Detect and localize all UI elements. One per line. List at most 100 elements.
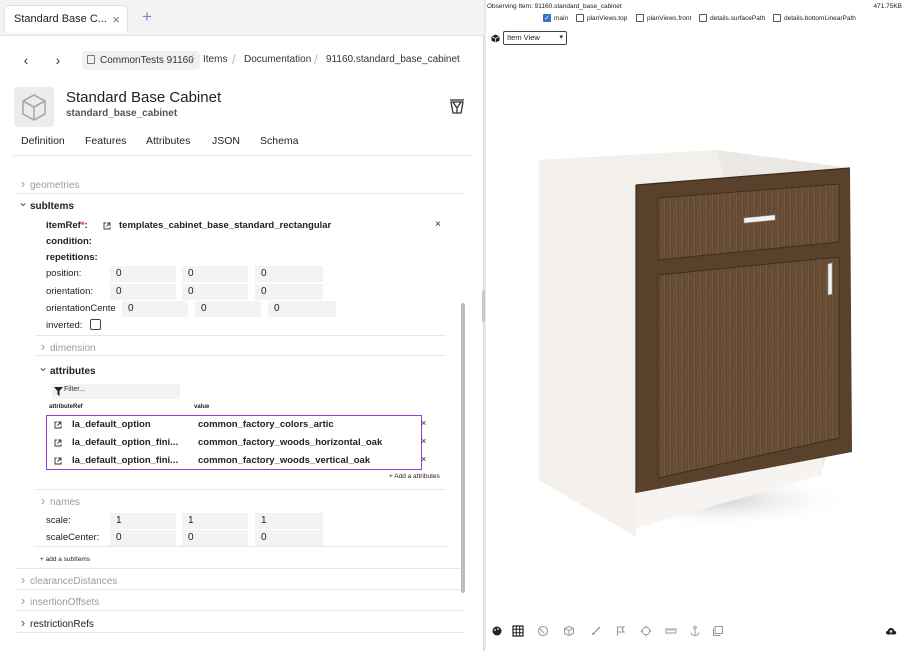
scale-center-z-field[interactable]: 0 <box>255 530 323 546</box>
layer-planviews-top-checkbox[interactable] <box>576 14 584 22</box>
target-icon[interactable] <box>640 625 652 637</box>
ruler-icon[interactable] <box>665 625 677 637</box>
chevron-right-icon <box>36 490 50 513</box>
layer-bottom-linear-path-checkbox[interactable] <box>773 14 781 22</box>
brush-icon[interactable] <box>590 625 602 637</box>
chevron-down-icon <box>36 360 50 382</box>
cloud-upload-icon[interactable] <box>885 625 897 637</box>
chevron-down-icon <box>16 195 30 217</box>
attributes-filter-input[interactable]: Filter... <box>52 384 180 399</box>
chevron-down-icon: ▾ <box>559 34 563 41</box>
cabinet-3d-viewport[interactable] <box>486 50 915 615</box>
layer-surface-path-checkbox[interactable] <box>699 14 707 22</box>
breadcrumb-separator: / <box>314 52 318 67</box>
tab-definition[interactable]: Definition <box>21 135 65 147</box>
section-restriction-refs[interactable]: restrictionRefs <box>16 612 464 633</box>
itemref-value[interactable]: templates_cabinet_base_standard_rectangu… <box>119 220 331 231</box>
add-attribute-button[interactable]: + Add a attributes <box>389 473 440 480</box>
orientation-center-z-field[interactable]: 0 <box>268 301 336 317</box>
scale-y-field[interactable]: 1 <box>182 513 248 529</box>
attribute-value: common_factory_colors_artic <box>198 419 334 430</box>
chevron-right-icon <box>16 612 30 635</box>
position-z-field[interactable]: 0 <box>255 266 323 282</box>
scale-z-field[interactable]: 1 <box>255 513 323 529</box>
scrollbar[interactable] <box>461 303 465 593</box>
external-link-icon[interactable] <box>54 457 62 465</box>
flag-icon[interactable] <box>615 625 627 637</box>
orientation-z-field[interactable]: 0 <box>255 284 323 300</box>
orientation-x-field[interactable]: 0 <box>110 284 176 300</box>
remove-row-icon[interactable]: × <box>421 418 426 428</box>
layer-planviews-front-checkbox[interactable] <box>636 14 644 22</box>
itemref-label: itemRef*: <box>46 220 88 231</box>
delete-icon[interactable] <box>447 96 467 116</box>
back-arrow-icon[interactable]: ‹ <box>18 50 34 70</box>
box-icon[interactable] <box>563 625 575 637</box>
position-label: position: <box>46 268 82 279</box>
inverted-checkbox[interactable] <box>90 319 101 330</box>
document-icon <box>87 55 95 64</box>
remove-row-icon[interactable]: × <box>421 436 426 446</box>
section-clearance-distances[interactable]: clearanceDistances <box>16 569 464 590</box>
breadcrumb-items[interactable]: Items <box>203 46 227 74</box>
tab-features[interactable]: Features <box>85 135 126 147</box>
tab-label: Standard Base C... <box>14 13 107 25</box>
observing-item-label: Observing Item: 91160.standard_base_cabi… <box>487 3 622 10</box>
item-header: Standard Base Cabinet standard_base_cabi… <box>0 82 484 130</box>
itemref-clear-icon[interactable]: × <box>435 219 441 230</box>
filter-icon <box>54 387 63 396</box>
file-size-label: 471.75KB <box>873 3 902 10</box>
chevron-right-icon <box>36 336 50 359</box>
section-attributes[interactable]: attributes <box>36 360 446 381</box>
tab-schema[interactable]: Schema <box>260 135 299 147</box>
column-attributeref: attributeRef <box>49 404 83 410</box>
position-x-field[interactable]: 0 <box>110 266 176 282</box>
position-y-field[interactable]: 0 <box>182 266 248 282</box>
layer-main-checkbox[interactable]: ✓ <box>543 14 551 22</box>
grid-icon[interactable] <box>512 625 524 637</box>
table-row[interactable]: la_default_option common_factory_colors_… <box>47 416 423 434</box>
forward-arrow-icon[interactable]: › <box>50 50 66 70</box>
tab-close-icon[interactable]: × <box>112 6 120 33</box>
section-names[interactable]: names <box>36 489 446 510</box>
repetitions-label: repetitions: <box>46 252 98 263</box>
external-link-icon[interactable] <box>54 421 62 429</box>
external-link-icon[interactable] <box>103 222 111 230</box>
breadcrumb-documentation[interactable]: Documentation <box>244 46 311 74</box>
orientation-center-y-field[interactable]: 0 <box>195 301 261 317</box>
section-insertion-offsets[interactable]: insertionOffsets <box>16 590 464 611</box>
tab-standard-base-cabinet[interactable]: Standard Base C... × <box>4 5 128 33</box>
table-row[interactable]: la_default_option_fini... common_factory… <box>47 452 423 470</box>
scale-center-y-field[interactable]: 0 <box>182 530 248 546</box>
cube-icon <box>491 34 500 43</box>
view-mode-select[interactable]: Item View ▾ <box>503 31 567 45</box>
pane-resize-handle[interactable] <box>482 290 485 322</box>
orientation-center-x-field[interactable]: 0 <box>122 301 188 317</box>
scale-x-field[interactable]: 1 <box>110 513 176 529</box>
cabinet-model <box>539 150 856 537</box>
anchor-icon[interactable] <box>689 625 701 637</box>
palette-icon[interactable] <box>491 625 503 637</box>
section-subitems[interactable]: subItems <box>16 195 464 216</box>
attribute-value: common_factory_woods_horizontal_oak <box>198 437 383 448</box>
item-id: standard_base_cabinet <box>66 108 178 119</box>
table-row[interactable]: la_default_option_fini... common_factory… <box>47 434 423 452</box>
orientation-y-field[interactable]: 0 <box>182 284 248 300</box>
remove-row-icon[interactable]: × <box>421 454 426 464</box>
layer-surface-path-label: details.surfacePath <box>710 15 766 22</box>
add-tab-icon[interactable]: + <box>138 7 156 27</box>
globe-icon[interactable] <box>537 625 549 637</box>
attribute-ref: la_default_option <box>72 419 151 430</box>
attributes-table: la_default_option common_factory_colors_… <box>46 415 422 470</box>
tab-json[interactable]: JSON <box>212 135 240 147</box>
scale-center-x-field[interactable]: 0 <box>110 530 176 546</box>
breadcrumb-project[interactable]: CommonTests 91160 <box>82 51 200 70</box>
tab-attributes[interactable]: Attributes <box>146 135 190 147</box>
section-geometries[interactable]: geometries <box>16 173 464 194</box>
layer-main-label: main <box>554 15 569 22</box>
external-link-icon[interactable] <box>54 439 62 447</box>
tab-bar: Standard Base C... × + <box>0 0 484 36</box>
add-subitem-button[interactable]: + add a subItems <box>40 556 90 563</box>
gallery-icon[interactable] <box>712 625 724 637</box>
section-dimension[interactable]: dimension <box>36 335 446 356</box>
